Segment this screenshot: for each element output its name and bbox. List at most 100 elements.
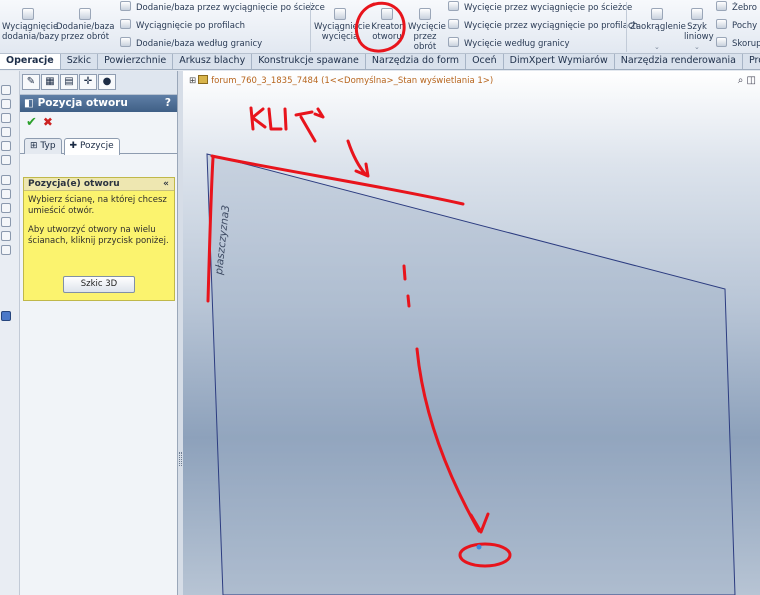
expand-icon[interactable]: ⊞ [189, 76, 196, 86]
instruction-text-1: Wybierz ścianę, na której chcesz umieści… [28, 195, 167, 216]
left-toolbar-strip [0, 71, 20, 595]
tab-operacje[interactable]: Operacje [0, 54, 61, 69]
splitter-grip-icon[interactable] [179, 452, 182, 466]
tab-dimxpert[interactable]: DimXpert Wymiarów [504, 54, 615, 69]
rib-button[interactable]: Żebro [716, 1, 757, 15]
extrude-boss-label: Wyciągnięcie dodania/bazy [2, 22, 60, 42]
boundary-cut-button[interactable]: Wycięcie według granicy [448, 37, 570, 51]
tab-pozycje[interactable]: ✚ Pozycje [63, 138, 120, 155]
view-icon[interactable] [1, 113, 11, 123]
linear-pattern-icon [691, 8, 703, 20]
sketch-tool-icon[interactable] [1, 231, 11, 241]
sweep-cut-button[interactable]: Wycięcie przez wyciągnięcie po ścieżce [448, 1, 632, 15]
linear-pattern-button[interactable]: Szyk liniowy [684, 8, 714, 42]
part-icon [198, 75, 209, 84]
sweep-cut-label: Wycięcie przez wyciągnięcie po ścieżce [464, 3, 633, 13]
view-icon[interactable] [1, 155, 11, 165]
property-manager-tab[interactable]: ▦ [41, 74, 59, 90]
pm-toolbar: ✎ ▦ ▤ ✛ ● [20, 71, 177, 95]
shell-button[interactable]: Skorup [716, 37, 760, 51]
hole-point-marker[interactable] [476, 544, 482, 550]
feature-tree-breadcrumb[interactable]: ⊞ forum_760_3_1835_7484 (1<<Domyślna>_Sta… [189, 75, 493, 86]
sketch-tool-icon[interactable] [1, 175, 11, 185]
view-icon[interactable] [1, 99, 11, 109]
tab-typ-label: Typ [40, 141, 56, 151]
view-icon[interactable] [1, 141, 11, 151]
pm-action-row: ✔ ✖ [20, 112, 177, 132]
revolve-boss-button[interactable]: Dodanie/baza przez obrót [56, 8, 114, 42]
feature-manager-tab[interactable]: ✎ [22, 74, 40, 90]
view-icon[interactable] [1, 85, 11, 95]
rib-label: Żebro [732, 3, 757, 13]
sketch-tool-icon[interactable] [1, 203, 11, 213]
configuration-manager-tab[interactable]: ▤ [60, 74, 78, 90]
sketch-3d-button[interactable]: Szkic 3D [63, 276, 135, 293]
help-button[interactable]: ? [165, 95, 171, 112]
view-orient-icon[interactable]: ◫ [747, 75, 756, 86]
loft-cut-icon [448, 19, 459, 29]
collapse-chevron-icon[interactable]: « [163, 178, 169, 191]
revolve-boss-label: Dodanie/baza przez obrót [56, 22, 115, 42]
revolve-cut-label: Wycięcie przez obrót [408, 22, 446, 52]
pattern-dropdown-arrow[interactable]: ⌄ [694, 43, 700, 51]
group-header[interactable]: Pozycja(e) otworu « [24, 178, 174, 191]
ribbon-highlight-circle [355, 1, 406, 53]
draft-button[interactable]: Pochy [716, 19, 757, 33]
sketch-tool-icon[interactable] [1, 189, 11, 199]
tab-ocen[interactable]: Oceń [466, 54, 504, 69]
pm-title: Pozycja otworu [37, 97, 128, 109]
extrude-boss-button[interactable]: Wyciągnięcie dodania/bazy [2, 8, 59, 42]
tab-narzedzia-renderowania[interactable]: Narzędzia renderowania [615, 54, 743, 69]
part-name: forum_760_3_1835_7484 (1<<Domyślna>_Stan… [211, 76, 494, 86]
fillet-dropdown-arrow[interactable]: ⌄ [654, 43, 660, 51]
display-manager-tab[interactable]: ● [98, 74, 116, 90]
tab-powierzchnie[interactable]: Powierzchnie [98, 54, 174, 69]
pm-subtabs: ⊞ Typ ✚ Pozycje [20, 132, 177, 155]
view-icon[interactable] [1, 127, 11, 137]
plane-face[interactable] [206, 153, 736, 595]
loft-boss-button[interactable]: Wyciągnięcie po profilach [120, 19, 245, 33]
graphics-area[interactable]: płaszczyzna3 ⊞ forum_760_3_1835_7484 (1<<… [183, 71, 760, 595]
loft-cut-button[interactable]: Wycięcie przez wyciągnięcie po profilach [448, 19, 638, 33]
sketch-tool-icon[interactable] [1, 245, 11, 255]
cube-view-icon[interactable] [1, 311, 11, 321]
klik-arrowhead [313, 107, 325, 119]
extrude-boss-icon [22, 8, 34, 20]
ribbon-annotation-overlay [355, 1, 406, 53]
shell-icon [716, 37, 727, 47]
sweep-boss-icon [120, 1, 131, 11]
ribbon-separator [310, 2, 311, 52]
fillet-icon [651, 8, 663, 20]
property-manager-panel: ✎ ▦ ▤ ✛ ● ◧ Pozycja otworu ? ✔ ✖ ⊞ Typ ✚ Pozyc… [20, 71, 178, 595]
boundary-boss-icon [120, 37, 131, 47]
revolve-cut-button[interactable]: Wycięcie przez obrót [408, 8, 446, 52]
sweep-boss-button[interactable]: Dodanie/baza przez wyciągnięcie po ścież… [120, 1, 325, 15]
positions-icon: ✚ [69, 141, 80, 151]
fillet-label: Zaokrąglenie [630, 22, 686, 32]
extrude-cut-icon [334, 8, 346, 20]
heads-up-view-toolbar: ⌕ ◫ [738, 75, 756, 86]
rib-icon [716, 1, 727, 11]
tab-typ[interactable]: ⊞ Typ [24, 138, 62, 154]
hole-position-icon: ◧ [24, 97, 38, 109]
sweep-boss-label: Dodanie/baza przez wyciągnięcie po ścież… [136, 3, 325, 13]
loft-cut-label: Wycięcie przez wyciągnięcie po profilach [464, 21, 639, 31]
tab-produkty-office[interactable]: Produkty Office [743, 54, 760, 69]
tab-konstrukcje-spawane[interactable]: Konstrukcje spawane [252, 54, 366, 69]
zoom-icon[interactable]: ⌕ [738, 75, 744, 86]
boundary-boss-button[interactable]: Dodanie/baza według granicy [120, 37, 262, 51]
ok-check-icon[interactable]: ✔ [26, 115, 37, 130]
shell-label: Skorup [732, 39, 760, 49]
tab-arkusz-blachy[interactable]: Arkusz blachy [173, 54, 253, 69]
dimxpert-manager-tab[interactable]: ✛ [79, 74, 97, 90]
revolve-cut-icon [419, 8, 431, 20]
sketch-tool-icon[interactable] [1, 217, 11, 227]
revolve-boss-icon [79, 8, 91, 20]
draft-icon [716, 19, 727, 29]
instruction-text-2: Aby utworzyć otwory na wielu ścianach, k… [28, 225, 169, 246]
fillet-button[interactable]: Zaokrąglenie [630, 8, 686, 32]
cancel-x-icon[interactable]: ✖ [43, 115, 53, 129]
pm-title-bar: ◧ Pozycja otworu ? [20, 95, 177, 112]
tab-szkic[interactable]: Szkic [61, 54, 99, 69]
loft-boss-label: Wyciągnięcie po profilach [136, 21, 246, 31]
